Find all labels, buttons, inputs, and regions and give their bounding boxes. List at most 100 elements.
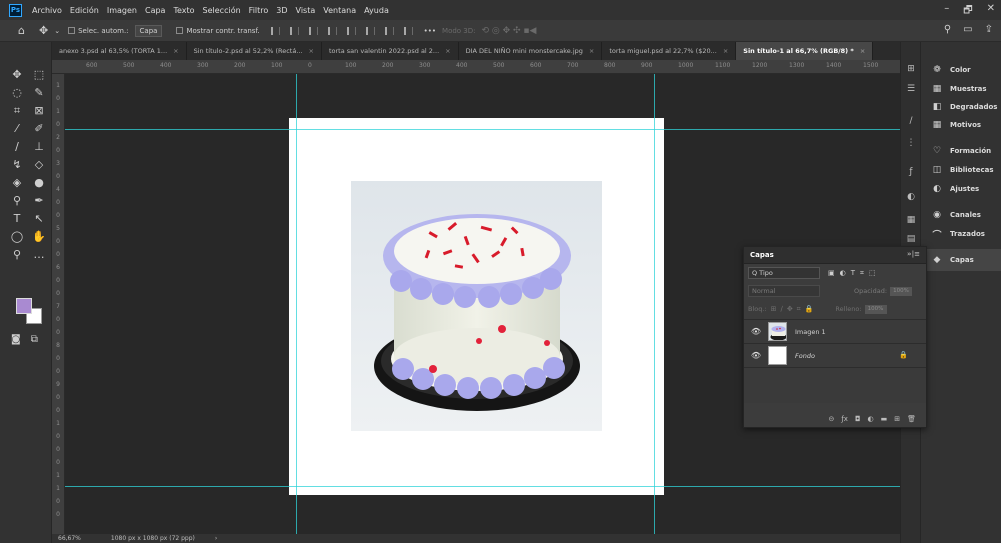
path-select-icon[interactable]: ↖ bbox=[30, 211, 48, 225]
clone-source-icon[interactable]: ◐ bbox=[906, 192, 916, 202]
new-layer-icon[interactable]: ⊞ bbox=[894, 415, 900, 423]
screen-mode-icon[interactable]: ⧉ bbox=[31, 334, 38, 345]
quick-select-icon[interactable]: ✎ bbox=[30, 85, 48, 99]
filter-type-icons[interactable]: ▣◐T⌗⬚ bbox=[828, 269, 881, 278]
fx-icon[interactable]: ƒ bbox=[906, 167, 916, 177]
blend-mode-select[interactable]: Normal bbox=[748, 285, 820, 297]
status-arrow-icon[interactable]: › bbox=[215, 535, 217, 542]
more-options-button[interactable]: ••• bbox=[424, 27, 436, 35]
lock-icon[interactable]: 🔒 bbox=[899, 351, 908, 359]
close-icon[interactable]: × bbox=[309, 47, 314, 55]
menu-imagen[interactable]: Imagen bbox=[103, 6, 141, 15]
opacity-input[interactable]: 100% bbox=[890, 286, 913, 296]
menu-texto[interactable]: Texto bbox=[169, 6, 198, 15]
pen-icon[interactable]: ✒ bbox=[30, 193, 48, 207]
group-folder-icon[interactable]: ▬ bbox=[881, 415, 888, 423]
align-right-icon[interactable] bbox=[308, 26, 318, 35]
eyedropper-icon[interactable]: ⁄ bbox=[8, 121, 26, 135]
move-tool-icon[interactable]: ✥ bbox=[39, 24, 48, 37]
auto-select-option[interactable]: Selec. autom.: bbox=[68, 27, 129, 35]
lock-options-icon[interactable]: ⊞∕✥⌗🔒 bbox=[771, 305, 818, 314]
crop-icon[interactable]: ⌗ bbox=[8, 103, 26, 117]
eye-icon[interactable]: 👁 bbox=[749, 351, 763, 360]
tab-sin-titulo-1[interactable]: Sin título-1 al 66,7% (RGB/8) * × bbox=[736, 42, 874, 60]
guide-vertical-right[interactable] bbox=[654, 74, 655, 534]
menu-seleccion[interactable]: Selección bbox=[199, 6, 245, 15]
close-icon[interactable]: ✕ bbox=[987, 3, 995, 20]
lasso-icon[interactable]: ◌ bbox=[8, 85, 26, 99]
marquee-icon[interactable]: ⬚ bbox=[30, 67, 48, 81]
close-icon[interactable]: × bbox=[445, 47, 450, 55]
tab-sin-titulo-2[interactable]: Sin título-2.psd al 52,2% (Rectá... × bbox=[187, 42, 322, 60]
fill-input[interactable]: 100% bbox=[864, 304, 887, 314]
distribute-icon[interactable] bbox=[327, 26, 337, 35]
fx-icon[interactable]: ƒx bbox=[841, 415, 848, 423]
auto-select-checkbox[interactable] bbox=[68, 27, 76, 34]
panel-adjustments[interactable]: ◐ Ajustes bbox=[921, 178, 1001, 200]
share-icon[interactable]: ⇪ bbox=[985, 24, 993, 35]
guide-vertical-left[interactable] bbox=[296, 74, 297, 534]
trash-icon[interactable]: 🗑 bbox=[907, 415, 916, 423]
align-middle-icon[interactable] bbox=[365, 26, 375, 35]
adjustment-layer-icon[interactable]: ◐ bbox=[868, 415, 874, 423]
menu-filtro[interactable]: Filtro bbox=[245, 6, 273, 15]
menu-vista[interactable]: Vista bbox=[292, 6, 320, 15]
panel-menu-icon[interactable]: »|≡ bbox=[907, 250, 920, 258]
layers-panel-header[interactable]: Capas »|≡ bbox=[744, 247, 926, 264]
shape-icon[interactable]: ◯ bbox=[8, 229, 26, 243]
eye-icon[interactable]: 👁 bbox=[749, 327, 763, 336]
menu-ventana[interactable]: Ventana bbox=[319, 6, 360, 15]
blur-icon[interactable]: ● bbox=[30, 175, 48, 189]
auto-select-dropdown[interactable]: Capa bbox=[134, 24, 163, 37]
align-left-icon[interactable] bbox=[270, 26, 280, 35]
cake-image[interactable] bbox=[351, 181, 602, 431]
layer-name[interactable]: Imagen 1 bbox=[795, 328, 826, 336]
more-tools-icon[interactable]: … bbox=[30, 247, 48, 261]
eraser-icon[interactable]: ◇ bbox=[30, 157, 48, 171]
align-center-icon[interactable] bbox=[289, 26, 299, 35]
minimize-icon[interactable]: – bbox=[944, 3, 949, 20]
menu-archivo[interactable]: Archivo bbox=[28, 6, 66, 15]
history-brush-icon[interactable]: ↯ bbox=[8, 157, 26, 171]
photoshop-logo-icon[interactable]: Ps bbox=[9, 3, 22, 17]
tab-anexo-3[interactable]: anexo 3.psd al 63,5% (TORTA 1... × bbox=[52, 42, 187, 60]
hand-icon[interactable]: ✋ bbox=[30, 229, 48, 243]
tab-torta-san-valentin[interactable]: torta san valentin 2022.psd al 2... × bbox=[322, 42, 459, 60]
zoom-icon[interactable]: ⚲ bbox=[8, 247, 26, 261]
home-icon[interactable]: ⌂ bbox=[18, 24, 25, 37]
search-icon[interactable]: ⚲ bbox=[944, 24, 951, 35]
workspace-icon[interactable]: ▭ bbox=[963, 24, 972, 35]
layer-imagen-1[interactable]: 👁 Imagen 1 bbox=[744, 320, 926, 344]
distribute-vertical-icon[interactable] bbox=[403, 26, 413, 35]
frame-icon[interactable]: ⊠ bbox=[30, 103, 48, 117]
notes-icon[interactable]: ▤ bbox=[906, 234, 916, 244]
layer-fondo[interactable]: 👁 Fondo 🔒 bbox=[744, 344, 926, 368]
restore-icon[interactable]: 🗗 bbox=[963, 3, 972, 20]
stamp-icon[interactable]: ⊥ bbox=[30, 139, 48, 153]
panel-patterns[interactable]: ▦ Motivos bbox=[921, 114, 1001, 136]
menu-3d[interactable]: 3D bbox=[272, 6, 291, 15]
close-icon[interactable]: × bbox=[723, 47, 728, 55]
link-icon[interactable]: ⊝ bbox=[828, 415, 834, 423]
transform-controls-option[interactable]: Mostrar contr. transf. bbox=[176, 27, 260, 35]
foreground-color-swatch[interactable] bbox=[16, 298, 32, 314]
glyphs-icon[interactable]: ▦ bbox=[906, 215, 916, 225]
brush-settings-icon[interactable]: ∕ bbox=[906, 116, 916, 126]
dodge-icon[interactable]: ⚲ bbox=[8, 193, 26, 207]
menu-capa[interactable]: Capa bbox=[141, 6, 169, 15]
align-top-icon[interactable] bbox=[346, 26, 356, 35]
close-icon[interactable]: × bbox=[589, 47, 594, 55]
vertical-ruler[interactable]: 1 0 1 0 2 0 3 0 4 0 0 5 0 0 6 0 0 7 0 0 8 0 0 9 0 0 1 0 0 0 1 1 0 0 bbox=[52, 74, 65, 534]
guide-horizontal-top[interactable] bbox=[65, 129, 900, 130]
tab-torta-miguel[interactable]: torta miguel.psd al 22,7% ($20... × bbox=[602, 42, 737, 60]
healing-icon[interactable]: ✐ bbox=[30, 121, 48, 135]
gradient-icon[interactable]: ◈ bbox=[8, 175, 26, 189]
adjust-icon[interactable]: ⋮ bbox=[906, 138, 916, 148]
panel-paths[interactable]: ⌒ Trazados bbox=[921, 223, 1001, 245]
quick-mask-icon[interactable]: ◙ bbox=[11, 334, 21, 345]
tab-dia-del-nino[interactable]: DIA DEL NIÑO mini monstercake.jpg × bbox=[459, 42, 603, 60]
type-icon[interactable]: T bbox=[8, 211, 26, 225]
history-icon[interactable]: ⊞ bbox=[906, 64, 916, 74]
menu-ayuda[interactable]: Ayuda bbox=[360, 6, 393, 15]
properties-icon[interactable]: ☰ bbox=[906, 84, 916, 94]
